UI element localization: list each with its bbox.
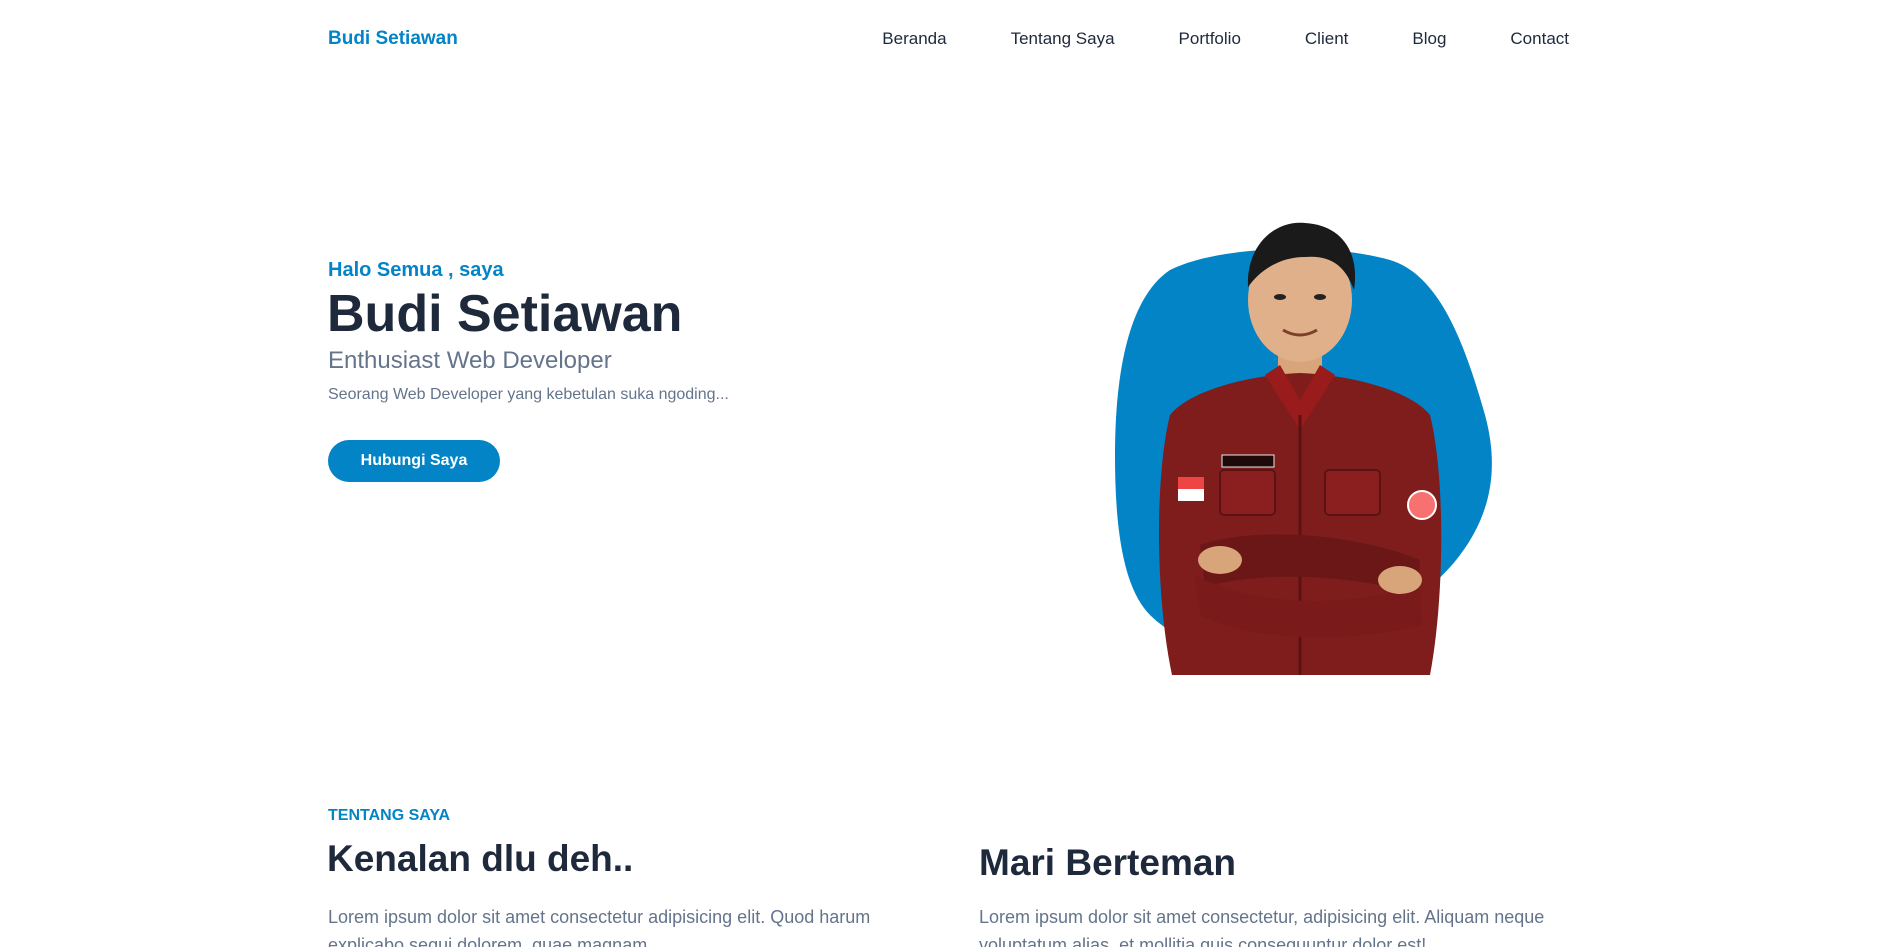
- nav-link-client[interactable]: Client: [1305, 29, 1348, 49]
- hero-name: Budi Setiawan: [327, 285, 683, 343]
- nav-link-tentang-saya[interactable]: Tentang Saya: [1011, 29, 1115, 49]
- brand-logo-link[interactable]: Budi Setiawan: [328, 28, 458, 50]
- about-text: Lorem ipsum dolor sit amet consectetur a…: [328, 907, 871, 947]
- hero-role: Enthusiast Web Developer: [328, 347, 612, 374]
- nav-link-beranda[interactable]: Beranda: [882, 29, 946, 49]
- about-eyebrow: TENTANG SAYA: [328, 807, 451, 824]
- nav-link-blog[interactable]: Blog: [1412, 29, 1446, 49]
- hero-photo: [1115, 222, 1492, 675]
- friend-text: Lorem ipsum dolor sit amet consectetur, …: [979, 907, 1545, 947]
- contact-me-button[interactable]: Hubungi Saya: [328, 440, 500, 482]
- page: Budi Setiawan Beranda Tentang Saya Portf…: [0, 0, 1903, 947]
- nav-link-contact[interactable]: Contact: [1510, 29, 1569, 49]
- about-title: Kenalan dlu deh..: [327, 838, 634, 879]
- site-header: Budi Setiawan Beranda Tentang Saya Portf…: [0, 0, 1903, 80]
- hero-greeting: Halo Semua , saya: [328, 259, 504, 281]
- nav-link-portfolio[interactable]: Portfolio: [1179, 29, 1241, 49]
- main-nav: Beranda Tentang Saya Portfolio Client Bl…: [882, 29, 1569, 49]
- friend-title: Mari Berteman: [979, 842, 1237, 883]
- hero-description: Seorang Web Developer yang kebetulan suk…: [328, 386, 729, 403]
